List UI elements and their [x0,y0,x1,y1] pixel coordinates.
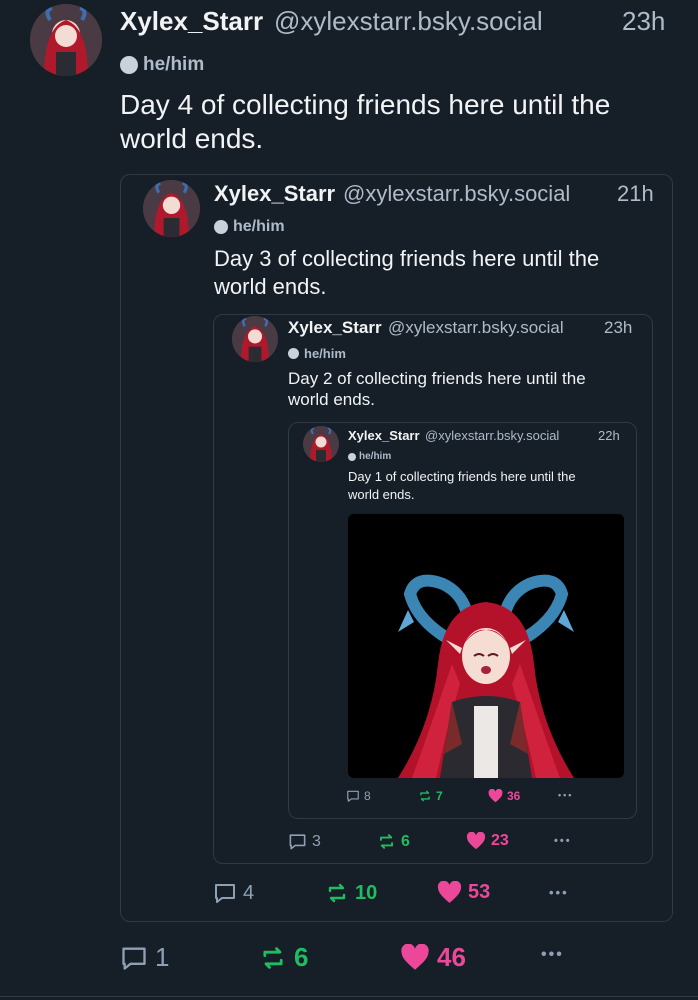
quote1-text-line: Day 3 of collecting friends here until t… [214,246,600,271]
reply-count: 3 [312,832,321,850]
post-repost-button[interactable]: 6 [259,942,308,973]
post-text-line: Day 4 of collecting friends here until t… [120,89,611,120]
reply-count: 4 [243,881,255,904]
quote1-more-button[interactable]: ••• [549,885,569,900]
quote2-avatar[interactable] [232,316,278,362]
quote2-like-button[interactable]: 23 [466,832,509,850]
post-reply-button[interactable]: 1 [120,942,169,973]
pronouns-label: he/him [359,451,392,462]
post-pronouns: he/him [120,54,204,76]
quote2-more-button[interactable]: ••• [554,835,572,847]
post-author-name[interactable]: Xylex_Starr [120,6,263,37]
pronoun-badge-icon [214,220,228,234]
quote3-text: Day 1 of collecting friends here until t… [348,468,576,504]
heart-icon [437,881,462,903]
quote2-reply-button[interactable]: 3 [288,832,321,851]
pronoun-badge-icon [288,348,299,359]
quote3-like-button[interactable]: 36 [488,789,520,803]
heart-icon [401,944,429,970]
quote3-text-line: Day 1 of collecting friends here until t… [348,469,576,484]
pronoun-badge-icon [120,56,138,74]
repost-icon [420,790,430,802]
repost-count: 6 [401,832,410,850]
quote1-author-name[interactable]: Xylex_Starr [214,181,335,207]
reply-count: 8 [364,789,371,803]
like-count: 46 [437,942,466,972]
quote3-repost-button[interactable]: 7 [418,789,443,803]
post-timestamp[interactable]: 23h [622,6,665,37]
like-count: 23 [491,832,509,849]
quote3-timestamp[interactable]: 22h [598,428,620,443]
like-count: 53 [468,881,491,903]
quote1-text-line: world ends. [214,274,327,299]
quote3-pronouns: he/him [348,451,391,462]
repost-icon [380,834,393,849]
quote3-author-name[interactable]: Xylex_Starr [348,428,420,443]
quote3-avatar[interactable] [303,426,339,462]
post-text-line: world ends. [120,123,264,154]
pronoun-badge-icon [348,452,356,461]
reply-count: 1 [155,942,170,972]
quote1-text: Day 3 of collecting friends here until t… [214,245,599,301]
reply-icon [347,790,359,802]
repost-icon [328,883,346,903]
heart-icon [466,832,486,850]
quote2-text-line: world ends. [288,390,375,409]
reply-icon [215,884,235,903]
heart-icon [488,789,503,803]
post-more-button[interactable]: ••• [541,946,564,964]
post-text: Day 4 of collecting friends here until t… [120,88,610,156]
quote1-avatar[interactable] [143,180,200,237]
quote2-timestamp[interactable]: 23h [604,318,632,338]
post-divider [0,996,698,997]
pronouns-label: he/him [143,54,205,75]
quote2-repost-button[interactable]: 6 [377,832,410,851]
repost-icon [263,946,283,969]
reply-icon [289,834,306,850]
like-count: 36 [507,789,521,803]
quote1-repost-button[interactable]: 10 [325,881,377,905]
quote2-author-handle[interactable]: @xylexstarr.bsky.social [388,318,564,338]
quote3-reply-button[interactable]: 8 [346,789,371,803]
repost-count: 6 [294,942,309,972]
repost-count: 7 [436,789,443,803]
repost-count: 10 [355,881,378,904]
quote2-pronouns: he/him [288,346,346,361]
pronouns-label: he/him [304,346,346,361]
quote1-author-handle[interactable]: @xylexstarr.bsky.social [343,181,570,207]
post-like-button[interactable]: 46 [400,942,466,973]
quote3-author-handle[interactable]: @xylexstarr.bsky.social [425,428,559,443]
quote1-like-button[interactable]: 53 [437,881,490,904]
post-media-image[interactable] [348,514,624,778]
post-author-handle[interactable]: @xylexstarr.bsky.social [274,6,543,37]
post-avatar[interactable] [30,4,102,76]
quote1-pronouns: he/him [214,218,285,236]
quote1-reply-button[interactable]: 4 [213,881,254,905]
pronouns-label: he/him [233,218,285,235]
quote1-timestamp[interactable]: 21h [617,181,654,207]
character-illustration [348,514,624,778]
quote3-text-line: world ends. [348,487,415,502]
reply-icon [122,947,146,970]
quote2-text: Day 2 of collecting friends here until t… [288,368,586,410]
quote2-text-line: Day 2 of collecting friends here until t… [288,369,586,388]
quote3-more-button[interactable]: ••• [558,790,573,800]
quote2-author-name[interactable]: Xylex_Starr [288,318,382,338]
